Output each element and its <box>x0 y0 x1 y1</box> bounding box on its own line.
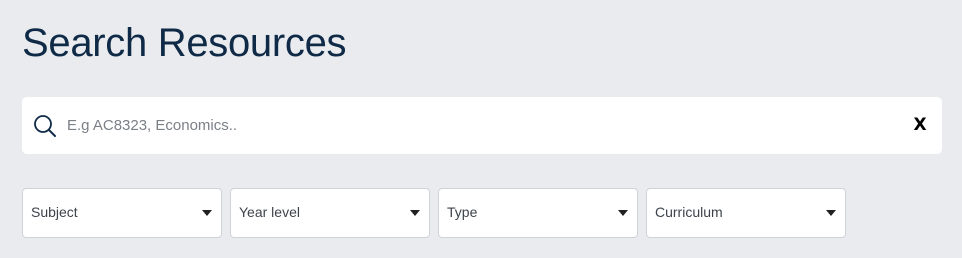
type-filter-label: Type <box>447 204 478 220</box>
search-icon[interactable] <box>33 114 57 138</box>
type-filter-dropdown[interactable]: Type <box>438 188 638 238</box>
subject-filter-dropdown[interactable]: Subject <box>22 188 222 238</box>
year-level-filter-label: Year level <box>239 204 300 220</box>
chevron-down-icon <box>826 210 836 216</box>
clear-search-button[interactable]: X <box>908 113 932 137</box>
chevron-down-icon <box>202 210 212 216</box>
curriculum-filter-dropdown[interactable]: Curriculum <box>646 188 846 238</box>
search-bar: X <box>22 97 942 154</box>
subject-filter-label: Subject <box>31 204 78 220</box>
chevron-down-icon <box>618 210 628 216</box>
search-input[interactable] <box>67 97 907 154</box>
year-level-filter-dropdown[interactable]: Year level <box>230 188 430 238</box>
curriculum-filter-label: Curriculum <box>655 204 723 220</box>
page-title: Search Resources <box>22 21 347 65</box>
chevron-down-icon <box>410 210 420 216</box>
